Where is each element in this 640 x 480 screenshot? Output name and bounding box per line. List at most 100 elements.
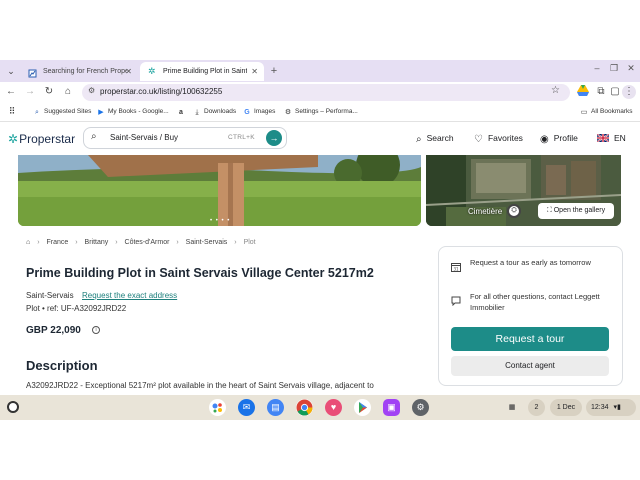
search-submit-button[interactable]: →: [266, 130, 282, 146]
search-icon: ⌕: [35, 109, 39, 116]
folder-icon: ▭: [580, 109, 588, 116]
chart-favicon-icon: [28, 67, 37, 78]
properstar-logo[interactable]: ✲Properstar: [8, 132, 75, 146]
close-tab-icon[interactable]: ✕: [125, 62, 132, 81]
chevron-right-icon: ›: [115, 239, 118, 246]
bookmark-images[interactable]: G Images: [243, 106, 275, 117]
messages-icon[interactable]: ✉: [238, 399, 255, 416]
language-selector[interactable]: EN: [597, 133, 626, 143]
gear-icon: ⚙: [284, 109, 292, 116]
browser-menu-icon[interactable]: ⋮: [622, 85, 636, 99]
listing-reference: Plot • ref: UF-A32092JRD22: [26, 304, 127, 313]
map-label: Cimetière: [468, 207, 503, 216]
chrome-icon[interactable]: [296, 399, 313, 416]
fitness-icon[interactable]: ♥: [325, 399, 342, 416]
drive-extension-icon[interactable]: [576, 85, 590, 99]
nav-search[interactable]: ⌕ Search: [416, 133, 454, 145]
main-photo[interactable]: [18, 155, 421, 226]
url-text[interactable]: properstar.co.uk/listing/100632255: [100, 86, 222, 98]
chevron-right-icon: ›: [176, 239, 179, 246]
uk-flag-icon: [597, 134, 609, 142]
download-icon: ⤓: [195, 109, 199, 116]
forward-icon[interactable]: →: [23, 85, 37, 99]
open-gallery-button[interactable]: ⛶ Open the gallery: [538, 203, 614, 219]
expand-icon: ⛶: [546, 207, 554, 214]
battery-icon: ▮: [617, 404, 621, 411]
bookmark-amazon[interactable]: a: [177, 106, 188, 117]
screen: ⌄ Searching for French Property ✕ ✲ Prim…: [0, 0, 640, 480]
breadcrumb: ⌂ › France › Brittany › Côtes-d'Armor › …: [26, 239, 261, 246]
user-icon: ◉: [540, 134, 549, 145]
contact-agent-button[interactable]: Contact agent: [451, 356, 609, 376]
description-text: A32092JRD22 - Exceptional 5217m² plot av…: [26, 381, 374, 390]
breadcrumb-france[interactable]: France: [46, 239, 68, 246]
breadcrumb-brittany[interactable]: Brittany: [85, 239, 109, 246]
search-icon: ⌕: [416, 134, 422, 145]
description-heading: Description: [26, 358, 98, 373]
apps-grid-icon[interactable]: ⠿: [8, 106, 19, 117]
price-info-icon[interactable]: i: [92, 326, 100, 334]
extensions-icon[interactable]: ⧉: [594, 85, 608, 99]
notification-count[interactable]: 2: [528, 399, 545, 416]
listing-price: GBP 22,090: [26, 325, 81, 336]
new-tab-button[interactable]: +: [266, 62, 282, 81]
street-view-icon[interactable]: ⛭: [507, 204, 521, 218]
bookmark-star-icon[interactable]: ☆: [551, 85, 560, 96]
questions-note: For all other questions, contact Leggett…: [470, 292, 600, 312]
bookmark-downloads[interactable]: ⤓ Downloads: [193, 106, 236, 117]
assistant-icon[interactable]: [209, 399, 226, 416]
search-value[interactable]: Saint-Servais / Buy: [110, 133, 178, 142]
request-tour-button[interactable]: Request a tour: [451, 327, 609, 351]
request-address-link[interactable]: Request the exact address: [82, 291, 177, 300]
bookmark-my-books[interactable]: ▶ My Books - Google...: [97, 106, 168, 117]
heart-icon: ♡: [474, 134, 483, 145]
chat-bubble-icon: [451, 296, 461, 308]
search-shortcut-hint: CTRL+K: [228, 134, 255, 141]
reload-icon[interactable]: ↻: [42, 85, 56, 99]
clock-time: 12:34: [591, 404, 609, 411]
play-store-icon[interactable]: [354, 399, 371, 416]
tab-searching-french-property[interactable]: Searching for French Property ✕: [20, 62, 138, 81]
files-icon[interactable]: ▤: [267, 399, 284, 416]
all-bookmarks[interactable]: ▭ All Bookmarks: [580, 106, 633, 117]
settings-icon[interactable]: ⚙: [412, 399, 429, 416]
nav-profile[interactable]: ◉ Profile: [540, 133, 578, 145]
tab-title: Prime Building Plot in Saint Se: [162, 68, 247, 75]
search-icon: ⌕: [91, 131, 97, 142]
svg-text:31: 31: [453, 267, 459, 272]
close-window-icon[interactable]: ✕: [624, 63, 638, 74]
tour-note: Request a tour as early as tomorrow: [470, 258, 591, 267]
back-icon[interactable]: ←: [4, 85, 18, 99]
bookmark-settings[interactable]: ⚙ Settings – Performa...: [284, 106, 358, 117]
breadcrumb-cotes-darmor[interactable]: Côtes-d'Armor: [125, 239, 170, 246]
calendar-icon: 31: [451, 262, 461, 274]
profile-avatar-icon[interactable]: ▢: [608, 85, 622, 99]
play-books-icon: ▶: [98, 109, 104, 116]
minimize-icon[interactable]: –: [590, 63, 604, 73]
home-icon[interactable]: ⌂: [61, 85, 75, 99]
chevron-right-icon: ›: [37, 239, 40, 246]
tab-search-menu-icon[interactable]: ⌄: [4, 64, 18, 78]
breadcrumb-saint-servais[interactable]: Saint-Servais: [186, 239, 228, 246]
listing-title: Prime Building Plot in Saint Servais Vil…: [26, 266, 374, 280]
chevron-right-icon: ›: [234, 239, 237, 246]
bookmark-suggested-sites[interactable]: ⌕ Suggested Sites: [33, 106, 91, 117]
listing-location: Saint-Servais: [26, 291, 74, 300]
tab-prime-building-plot[interactable]: ✲ Prime Building Plot in Saint Se ✕: [140, 62, 264, 81]
gallery-app-icon[interactable]: ▣: [383, 399, 400, 416]
photo-pagination-dots: • • • •: [210, 218, 231, 224]
screenshot-thumbnail-icon[interactable]: ▦: [502, 399, 522, 416]
system-tray[interactable]: 12:34 ▾▮: [586, 399, 636, 416]
close-tab-icon[interactable]: ✕: [251, 62, 258, 81]
date-display[interactable]: 1 Dec: [550, 399, 582, 416]
chevron-right-icon: ›: [75, 239, 78, 246]
nav-favorites[interactable]: ♡ Favorites: [474, 133, 523, 145]
tab-title: Searching for French Property: [42, 68, 127, 75]
properstar-favicon-icon: ✲: [148, 66, 156, 76]
site-info-icon[interactable]: ⚙: [88, 86, 95, 95]
logo-star-icon: ✲: [8, 132, 19, 146]
launcher-icon[interactable]: [7, 401, 19, 413]
home-icon[interactable]: ⌂: [26, 239, 30, 246]
restore-icon[interactable]: ❐: [607, 63, 621, 74]
breadcrumb-plot: Plot: [243, 239, 256, 246]
